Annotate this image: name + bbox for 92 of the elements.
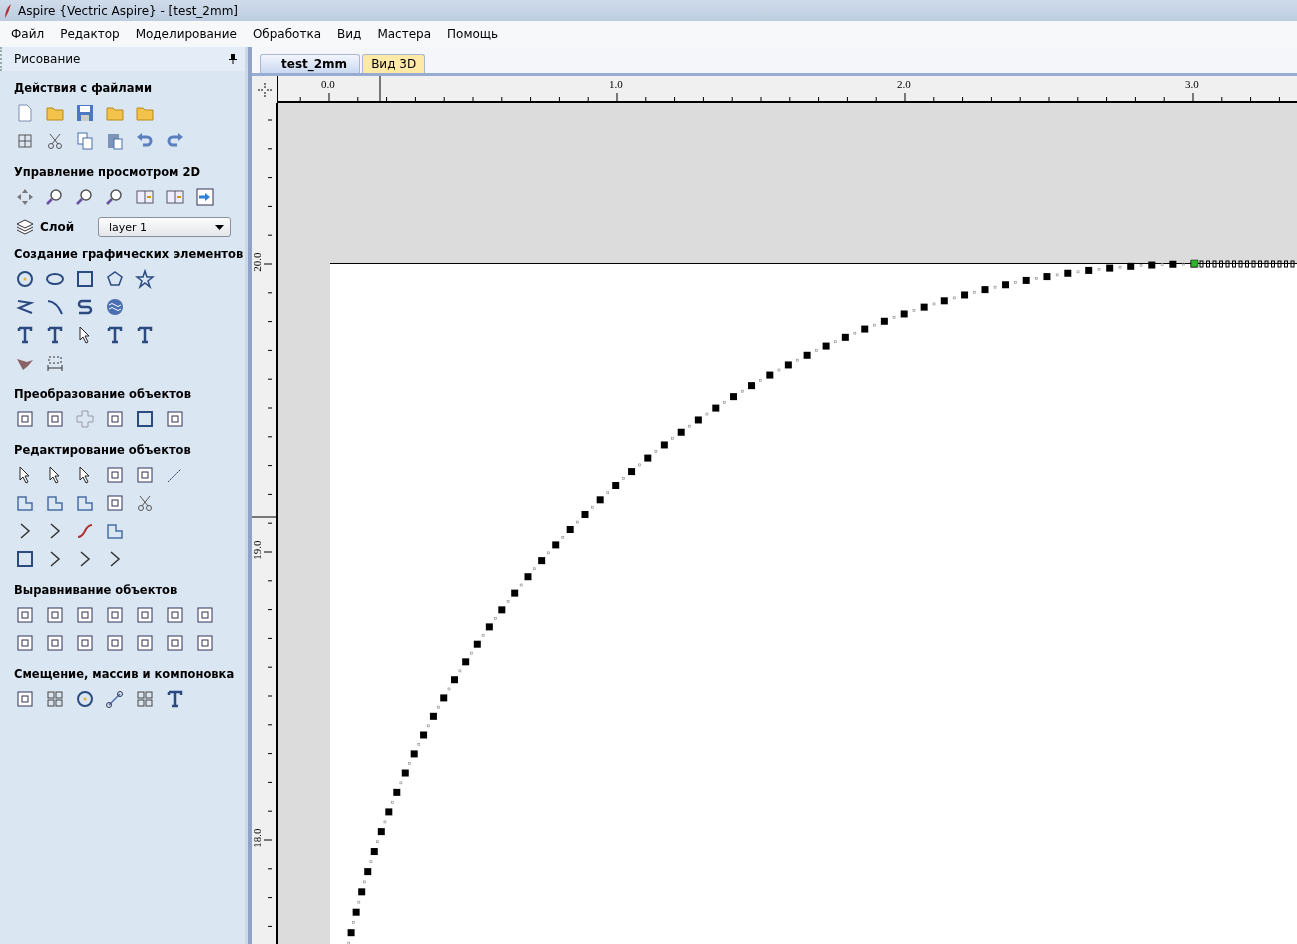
clipboard-icon[interactable] — [105, 131, 125, 151]
curve-icon[interactable] — [75, 521, 95, 541]
square-icon[interactable] — [105, 493, 125, 513]
polyline-icon[interactable] — [15, 297, 35, 317]
ruler-label: 1.0 — [609, 78, 623, 90]
square-icon[interactable] — [165, 633, 185, 653]
arrow-box-icon[interactable] — [195, 187, 215, 207]
square-icon[interactable] — [15, 633, 35, 653]
layer-label: Слой — [40, 220, 76, 234]
menu-item[interactable]: Помощь — [439, 27, 507, 41]
crosshair-icon[interactable] — [257, 82, 272, 97]
text-icon[interactable] — [105, 325, 125, 345]
section-heading: Создание графических элементов — [14, 247, 245, 261]
s-curve-icon[interactable] — [75, 297, 95, 317]
window-icon[interactable] — [165, 187, 185, 207]
move-icon[interactable] — [15, 187, 35, 207]
square-icon[interactable] — [105, 409, 125, 429]
wave-icon[interactable] — [105, 297, 125, 317]
square-icon[interactable] — [15, 689, 35, 709]
shape-icon[interactable] — [15, 493, 35, 513]
circle-icon[interactable] — [75, 689, 95, 709]
text-icon[interactable] — [165, 689, 185, 709]
menu-item[interactable]: Вид — [329, 27, 370, 41]
ruler-label: 2.0 — [897, 78, 911, 90]
shape-icon[interactable] — [75, 493, 95, 513]
section-heading: Редактирование объектов — [14, 443, 192, 457]
magnifier-icon[interactable] — [45, 187, 65, 207]
shape-icon[interactable] — [45, 493, 65, 513]
nodes-icon[interactable] — [105, 689, 125, 709]
menu-item[interactable]: Моделирование — [127, 27, 245, 41]
menu-item[interactable]: Мастера — [369, 27, 440, 41]
pin-icon[interactable] — [229, 54, 237, 64]
arc-icon[interactable] — [45, 297, 65, 317]
ruler-label: 3.0 — [1185, 78, 1199, 90]
square-icon[interactable] — [195, 605, 215, 625]
grid-icon[interactable] — [135, 689, 155, 709]
scissors-icon[interactable] — [135, 493, 155, 513]
rectangle-icon[interactable] — [75, 269, 95, 289]
section-heading: Преобразование объектов — [14, 387, 193, 401]
panel-title: Рисование — [14, 52, 81, 66]
window-icon[interactable] — [135, 187, 155, 207]
section-heading: Действия с файлами — [14, 81, 153, 95]
document-icon[interactable] — [15, 103, 35, 123]
rectangle-icon[interactable] — [15, 549, 35, 569]
menu-item[interactable]: Редактор — [52, 27, 128, 41]
rectangle-icon[interactable] — [135, 409, 155, 429]
layers-icon — [16, 218, 34, 236]
square-icon[interactable] — [105, 633, 125, 653]
section-heading: Управление просмотром 2D — [14, 165, 202, 179]
square-icon[interactable] — [75, 633, 95, 653]
scissors-icon[interactable] — [45, 131, 65, 151]
section-heading: Смещение, массив и компоновка — [14, 667, 236, 681]
menu-item[interactable]: Обработка — [244, 27, 330, 41]
square-icon[interactable] — [45, 633, 65, 653]
square-icon[interactable] — [15, 409, 35, 429]
ruler-label: 20.0 — [252, 252, 263, 272]
shape-icon[interactable] — [105, 521, 125, 541]
feather-icon — [4, 3, 12, 18]
pentagon-icon[interactable] — [105, 269, 125, 289]
grid-icon[interactable] — [45, 689, 65, 709]
ruler-label: 19.0 — [252, 540, 263, 560]
view-tab[interactable]: test_2mm — [260, 54, 361, 73]
square-icon[interactable] — [105, 465, 125, 485]
square-icon[interactable] — [45, 605, 65, 625]
circle-icon[interactable] — [15, 269, 35, 289]
caret-icon — [215, 224, 224, 230]
layer-dropdown[interactable]: layer 1 — [98, 217, 231, 237]
menu-item[interactable]: Файл — [3, 27, 53, 41]
view-tab[interactable]: Вид 3D — [362, 54, 426, 73]
ruler-label: 0.0 — [321, 78, 335, 90]
square-icon[interactable] — [135, 633, 155, 653]
square-icon[interactable] — [165, 409, 185, 429]
ruler-label: 18.0 — [252, 828, 263, 848]
star-icon[interactable] — [135, 269, 155, 289]
copy-icon[interactable] — [75, 131, 95, 151]
square-icon[interactable] — [105, 605, 125, 625]
text-icon[interactable] — [135, 325, 155, 345]
square-icon[interactable] — [195, 633, 215, 653]
square-icon[interactable] — [135, 605, 155, 625]
square-icon[interactable] — [135, 465, 155, 485]
text-icon[interactable] — [45, 325, 65, 345]
dimension-icon[interactable] — [45, 353, 65, 373]
magnifier-icon[interactable] — [105, 187, 125, 207]
window-title: Aspire {Vectric Aspire} - [test_2mm] — [18, 3, 239, 18]
square-icon[interactable] — [15, 605, 35, 625]
section-heading: Выравнивание объектов — [14, 583, 179, 597]
text-icon[interactable] — [15, 325, 35, 345]
magnifier-icon[interactable] — [75, 187, 95, 207]
square-icon[interactable] — [75, 605, 95, 625]
square-icon[interactable] — [45, 409, 65, 429]
square-icon[interactable] — [165, 605, 185, 625]
frame-icon[interactable] — [15, 131, 35, 151]
